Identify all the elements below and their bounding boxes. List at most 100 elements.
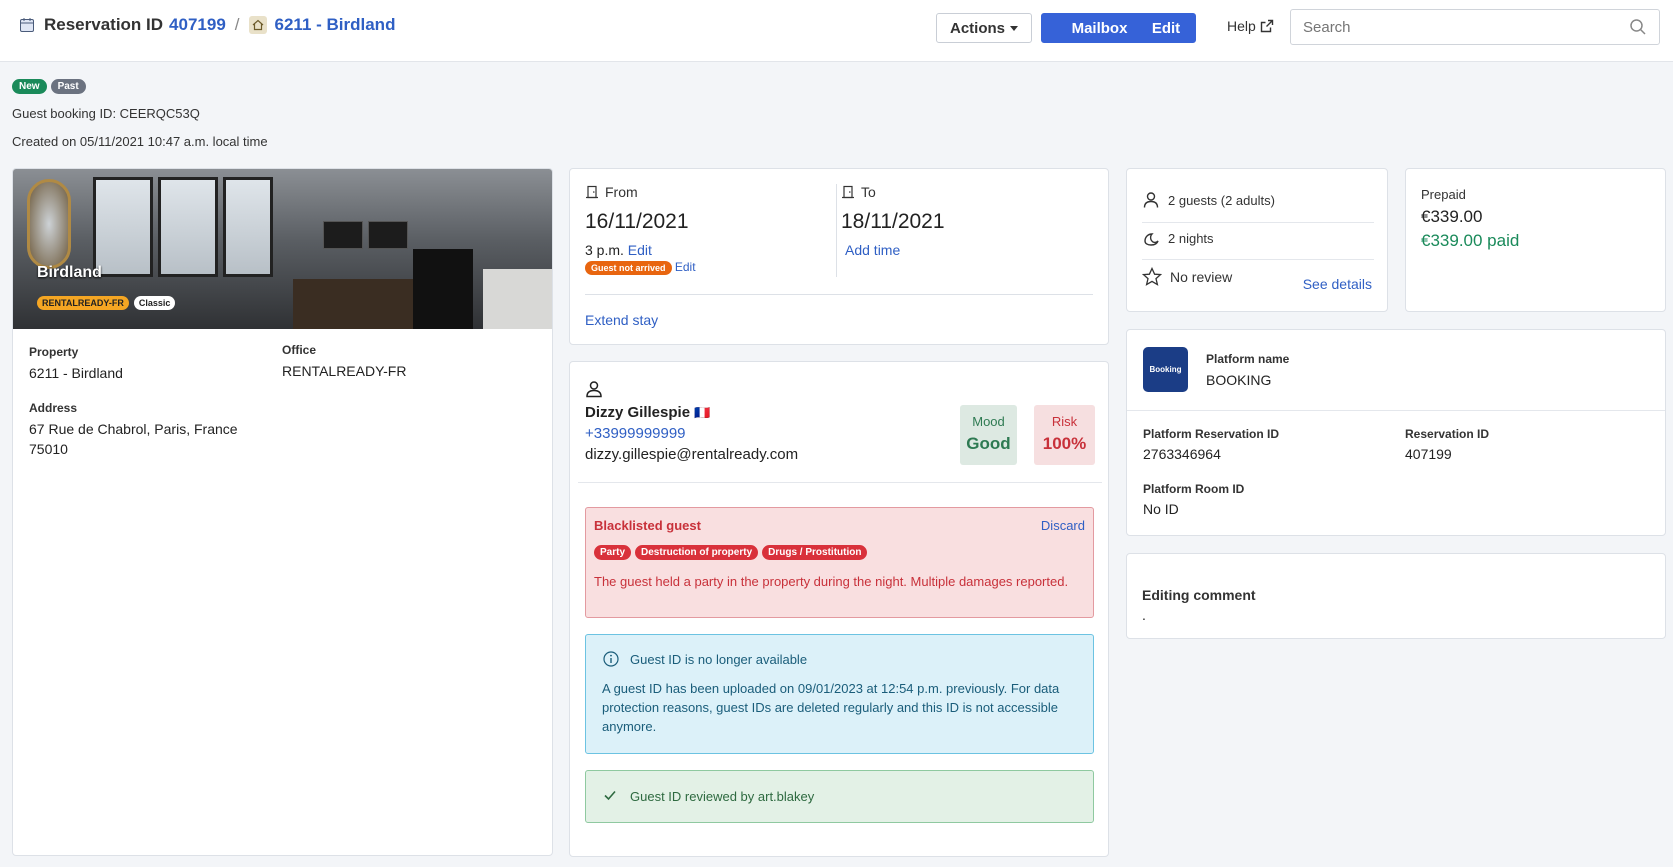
- platform-room-id-value: No ID: [1143, 501, 1179, 517]
- divider: [578, 482, 1102, 483]
- risk-label: Risk: [1051, 414, 1078, 429]
- to-label: To: [861, 184, 876, 200]
- add-time-link[interactable]: Add time: [845, 242, 900, 258]
- property-field: Property 6211 - Birdland: [29, 345, 123, 383]
- reservation-id-link[interactable]: 407199: [169, 15, 226, 35]
- platform-room-id-field: Platform Room ID No ID: [1143, 482, 1244, 519]
- review-text: Guest ID reviewed by art.blakey: [630, 789, 815, 804]
- status-badges: New Past: [12, 79, 86, 94]
- home-icon: [248, 16, 267, 34]
- platform-card: Booking Platform name BOOKING Platform R…: [1126, 329, 1666, 536]
- address-line1: 67 Rue de Chabrol, Paris, France: [29, 421, 238, 437]
- guest-status-row: Guest not arrived Edit: [585, 260, 696, 275]
- photo-wall: [483, 269, 552, 329]
- door-icon: [842, 185, 854, 199]
- search-box: [1290, 9, 1660, 45]
- stay-summary-card: 2 guests (2 adults) 2 nights No review S…: [1126, 168, 1388, 312]
- flag-icon: 🇫🇷: [694, 405, 711, 420]
- editing-comment-value: .: [1142, 607, 1146, 623]
- info-icon: [603, 651, 619, 667]
- discard-blacklist-link[interactable]: Discard: [1041, 518, 1085, 533]
- to-header: To: [841, 184, 945, 200]
- photo-artwork: [323, 221, 363, 249]
- edit-guest-status-link[interactable]: Edit: [675, 260, 696, 274]
- reason-badge: Party: [594, 545, 632, 560]
- property-photo-title: Birdland: [37, 264, 102, 281]
- address-field: Address 67 Rue de Chabrol, Paris, France…: [29, 401, 238, 459]
- reservation-id-value: 407199: [1405, 446, 1452, 462]
- from-column: From 16/11/2021 3 p.m. Edit Guest not ar…: [585, 184, 696, 275]
- property-label: Property: [29, 345, 79, 359]
- photo-mirror: [27, 179, 71, 269]
- door-icon: [586, 185, 598, 199]
- property-card: Birdland RENTALREADY-FR Classic Property…: [12, 168, 553, 856]
- platform-name-value: BOOKING: [1206, 372, 1272, 388]
- photo-cabinet: [413, 249, 473, 329]
- search-icon[interactable]: [1629, 18, 1647, 36]
- page-title: Reservation ID: [44, 15, 164, 34]
- guest-card: Dizzy Gillespie 🇫🇷 +33999999999 dizzy.gi…: [569, 361, 1109, 857]
- divider: [1127, 410, 1665, 411]
- status-badge-past: Past: [50, 79, 86, 94]
- photo-artwork: [368, 221, 408, 249]
- reservation-id-label: Reservation ID: [1405, 427, 1490, 441]
- property-photo[interactable]: Birdland RENTALREADY-FR Classic: [13, 169, 552, 329]
- guest-status-badge: Guest not arrived: [585, 261, 672, 275]
- reason-badge: Destruction of property: [635, 545, 759, 560]
- guest-phone-link[interactable]: +33999999999: [585, 425, 686, 442]
- platform-room-id-label: Platform Room ID: [1143, 482, 1245, 496]
- reservation-id-field: Reservation ID 407199: [1405, 427, 1489, 464]
- divider: [1142, 259, 1374, 260]
- edit-button[interactable]: Edit: [1136, 13, 1196, 43]
- extend-stay-link[interactable]: Extend stay: [585, 312, 658, 328]
- see-details-link[interactable]: See details: [1303, 276, 1372, 292]
- person-icon: [1143, 192, 1159, 208]
- person-icon: [586, 381, 602, 398]
- top-bar: Reservation ID 407199 / 6211 - Birdland …: [0, 0, 1673, 62]
- address-line2: 75010: [29, 441, 68, 457]
- property-link[interactable]: 6211 - Birdland: [29, 363, 123, 383]
- guest-id-notice: Guest ID is no longer available A guest …: [585, 634, 1094, 754]
- guest-email: dizzy.gillespie@rentalready.com: [585, 446, 799, 463]
- to-time-row: Add time: [841, 242, 945, 258]
- mood-label: Mood: [972, 414, 1005, 429]
- payment-amount: €339.00: [1421, 207, 1483, 226]
- photo-sideboard: [293, 279, 413, 329]
- to-column: To 18/11/2021 Add time: [841, 184, 945, 258]
- actions-label: Actions: [949, 19, 1005, 37]
- status-badge-new: New: [12, 79, 47, 94]
- notice-body: A guest ID has been uploaded on 09/01/20…: [602, 681, 1060, 734]
- notice-title: Guest ID is no longer available: [630, 652, 808, 667]
- from-time-row: 3 p.m. Edit: [585, 242, 696, 258]
- platform-reservation-id-value: 2763346964: [1143, 446, 1221, 462]
- platform-name-label: Platform name: [1206, 352, 1290, 366]
- office-label: Office: [282, 343, 317, 357]
- edit-checkin-time-link[interactable]: Edit: [628, 242, 652, 258]
- blacklist-alert: Blacklisted guest Discard Party Destruct…: [585, 507, 1094, 618]
- created-date: Created on 05/11/2021 10:47 a.m. local t…: [12, 134, 268, 149]
- actions-dropdown[interactable]: Actions: [936, 13, 1032, 43]
- editing-comment-label: Editing comment: [1142, 587, 1256, 603]
- photo-window: [223, 177, 273, 277]
- mood-indicator: Mood Good: [960, 405, 1017, 465]
- property-tags: RENTALREADY-FR Classic: [37, 296, 176, 310]
- review-status: No review: [1170, 269, 1233, 285]
- platform-reservation-id-label: Platform Reservation ID: [1143, 427, 1280, 441]
- photo-window: [93, 177, 153, 277]
- blacklist-reasons: Party Destruction of property Drugs / Pr…: [594, 545, 868, 560]
- blacklist-title: Blacklisted guest: [594, 518, 701, 533]
- help-link[interactable]: Help: [1227, 18, 1274, 34]
- property-breadcrumb-link[interactable]: 6211 - Birdland: [275, 15, 396, 35]
- platform-reservation-id-field: Platform Reservation ID 2763346964: [1143, 427, 1279, 464]
- search-input[interactable]: [1291, 10, 1621, 44]
- from-label: From: [605, 184, 638, 200]
- editing-comment-card: Editing comment .: [1126, 553, 1666, 639]
- mood-value: Good: [966, 434, 1011, 453]
- address-label: Address: [29, 401, 78, 415]
- risk-indicator: Risk 100%: [1034, 405, 1095, 465]
- payment-label: Prepaid: [1421, 187, 1466, 202]
- nights-row: 2 nights: [1142, 229, 1374, 247]
- guests-count: 2 guests (2 adults): [1168, 192, 1275, 208]
- from-header: From: [585, 184, 696, 200]
- from-time: 3 p.m.: [585, 242, 624, 258]
